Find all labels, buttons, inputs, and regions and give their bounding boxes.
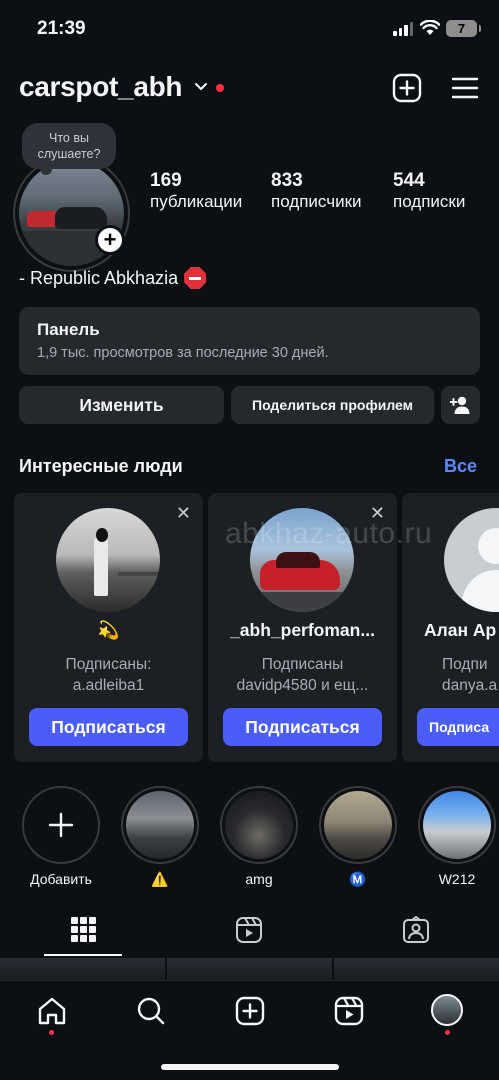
- wifi-icon: [420, 20, 440, 35]
- follow-button[interactable]: Подписа: [417, 708, 499, 746]
- reels-icon[interactable]: [334, 996, 364, 1026]
- note-bubble[interactable]: Что вы слушаете?: [22, 123, 116, 175]
- profile-username[interactable]: carspot_abh: [19, 71, 183, 103]
- suggestion-name[interactable]: 💫: [14, 620, 203, 641]
- highlight-item[interactable]: Ⓜ️: [319, 786, 397, 888]
- home-indicator: [161, 1064, 339, 1070]
- add-story-icon[interactable]: +: [95, 225, 125, 255]
- reels-tab-icon[interactable]: [235, 916, 263, 944]
- post-thumbnail[interactable]: [334, 958, 499, 980]
- suggestion-mutual: Подписаны davidp4580 и ещ...: [236, 656, 369, 694]
- cellular-signal-icon: [393, 22, 413, 36]
- close-icon[interactable]: ✕: [176, 503, 191, 524]
- professional-dashboard[interactable]: Панель 1,9 тыс. просмотров за последние …: [19, 307, 480, 375]
- profile-bio: - Republic Abkhazia: [19, 267, 207, 289]
- notification-dot: [216, 84, 224, 92]
- suggestion-mutual: Подпи danya.a: [442, 656, 498, 694]
- profile-notification-dot: [445, 1030, 450, 1035]
- stat-following[interactable]: 544 подписки: [393, 170, 465, 212]
- panel-subtitle: 1,9 тыс. просмотров за последние 30 дней…: [37, 345, 329, 361]
- post-thumbnail[interactable]: [0, 958, 165, 980]
- active-tab-indicator: [44, 954, 122, 956]
- plus-icon: [48, 812, 74, 838]
- create-post-icon[interactable]: [391, 72, 423, 104]
- highlight-label: ⚠️: [151, 871, 169, 887]
- suggestion-name[interactable]: Алан Ар: [424, 620, 499, 641]
- search-icon[interactable]: [136, 996, 166, 1026]
- suggestions-title: Интересные люди: [19, 456, 183, 476]
- highlight-add[interactable]: Добавить: [22, 786, 100, 887]
- create-icon[interactable]: [235, 996, 265, 1026]
- discover-people-button[interactable]: [441, 386, 480, 424]
- highlight-label: W212: [438, 871, 476, 887]
- post-thumbnail[interactable]: [167, 958, 332, 980]
- profile-tab-avatar[interactable]: [431, 994, 463, 1026]
- bio-text: - Republic Abkhazia: [19, 267, 179, 288]
- highlight-item[interactable]: W212: [418, 786, 496, 887]
- grid-tab-icon[interactable]: [71, 917, 96, 942]
- status-time: 21:39: [37, 18, 86, 39]
- share-profile-button[interactable]: Поделиться профилем: [231, 386, 434, 424]
- highlight-item[interactable]: amg: [220, 786, 298, 887]
- stat-followers[interactable]: 833 подписчики: [271, 170, 362, 212]
- menu-icon[interactable]: [449, 72, 481, 104]
- suggestion-mutual: Подписаны: a.adleiba1: [65, 656, 152, 694]
- highlight-label: Ⓜ️: [349, 871, 367, 887]
- follow-button[interactable]: Подписаться: [223, 708, 382, 746]
- edit-profile-button[interactable]: Изменить: [19, 386, 224, 424]
- highlight-label: amg: [245, 871, 273, 887]
- suggestion-avatar[interactable]: [444, 508, 499, 612]
- follow-button[interactable]: Подписаться: [29, 708, 188, 746]
- add-person-icon: [449, 396, 469, 414]
- highlight-label: Добавить: [30, 871, 92, 887]
- tagged-tab-icon[interactable]: [402, 916, 430, 944]
- posts-grid[interactable]: [0, 958, 499, 980]
- see-all-link[interactable]: Все: [444, 456, 477, 477]
- home-notification-dot: [49, 1030, 54, 1035]
- stat-posts[interactable]: 169 публикации: [150, 170, 242, 212]
- stop-sign-icon: [184, 267, 207, 289]
- chevron-down-icon[interactable]: [194, 80, 208, 94]
- suggestion-card: ✕ 💫 Подписаны: a.adleiba1 Подписаться: [14, 493, 203, 762]
- watermark: abkhaz-auto.ru: [225, 517, 433, 550]
- panel-title: Панель: [37, 320, 100, 339]
- suggestion-avatar[interactable]: [56, 508, 160, 612]
- home-icon[interactable]: [37, 996, 67, 1026]
- suggestion-name[interactable]: _abh_perfoman...: [208, 620, 397, 641]
- highlight-item[interactable]: ⚠️: [121, 786, 199, 888]
- battery-icon: 7: [446, 20, 481, 37]
